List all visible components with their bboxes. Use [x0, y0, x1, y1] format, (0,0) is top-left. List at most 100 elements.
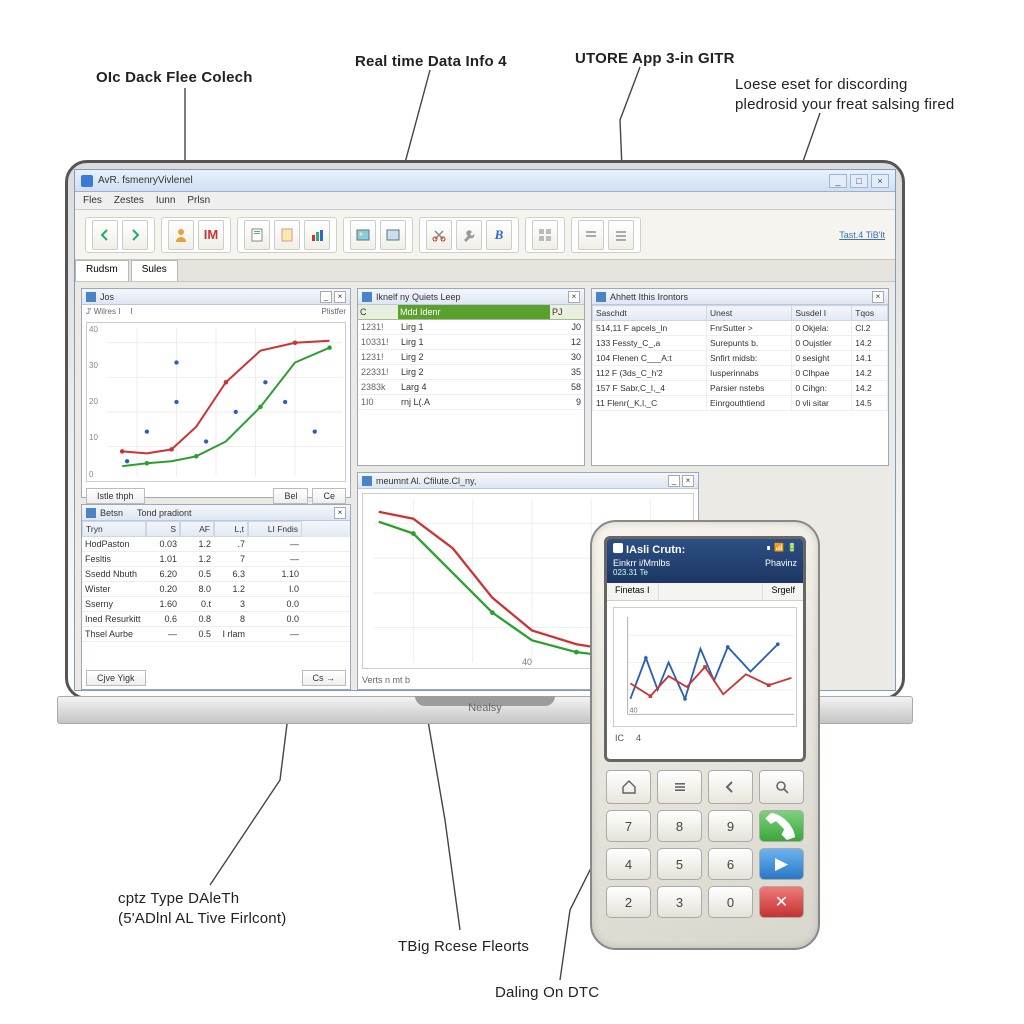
menu-item[interactable]: Iunn	[156, 195, 175, 206]
tb-fwd[interactable]	[122, 220, 148, 250]
cell: 0.0	[248, 597, 302, 611]
table-row[interactable]: 11 Flenr(_K,l,_CEinrgouthtiend0 vli sita…	[593, 396, 888, 411]
menu-item[interactable]: Zestes	[114, 195, 144, 206]
metrics-row[interactable]: Sserny1.600.t30.0	[82, 597, 350, 612]
cell: 14.2	[852, 366, 888, 381]
col-header[interactable]: Unest	[707, 306, 792, 321]
cell: 7	[214, 552, 248, 566]
list-row[interactable]: 1231!Lirg 230	[358, 350, 584, 365]
panel-close[interactable]: ×	[334, 507, 346, 519]
key-7[interactable]: 7	[606, 810, 651, 842]
tb-wrench[interactable]	[456, 220, 482, 250]
key-call[interactable]	[759, 810, 804, 842]
col-header[interactable]: Susdel I	[792, 306, 852, 321]
key-5[interactable]: 5	[657, 848, 702, 880]
tb-b[interactable]: B	[486, 220, 512, 250]
tb-back[interactable]	[92, 220, 118, 250]
panel-close[interactable]: ×	[872, 291, 884, 303]
menu-button[interactable]	[657, 770, 702, 804]
table-row[interactable]: 514,11 F apcels_lnFnrSutter >0 Okjela:Cl…	[593, 321, 888, 336]
panel-min[interactable]: _	[668, 475, 680, 487]
back-button[interactable]	[708, 770, 753, 804]
tb-list[interactable]	[578, 220, 604, 250]
list-row[interactable]: 2383kLarg 458	[358, 380, 584, 395]
key-3[interactable]: 0	[708, 886, 753, 918]
key-enter[interactable]: ▶	[759, 848, 804, 880]
table-row[interactable]: 112 F (3ds_C_h'2Iusperinnabs0 Clhpae14.2	[593, 366, 888, 381]
tb-doc2[interactable]	[274, 220, 300, 250]
list-row[interactable]: 1I0rnj L(.A9	[358, 395, 584, 410]
col-header[interactable]: Tryn	[82, 521, 146, 537]
col-header[interactable]: Saschdt	[593, 306, 707, 321]
panel-button[interactable]: Istle thph	[86, 488, 145, 504]
col-header[interactable]: PJ	[550, 305, 584, 319]
tb-im[interactable]: IM	[198, 220, 224, 250]
cell: HodPaston	[82, 537, 146, 551]
col-header[interactable]: LI Fndis	[248, 521, 302, 537]
list-row[interactable]: 1231!Lirg 1J0	[358, 320, 584, 335]
panel-button[interactable]: Ce	[312, 488, 346, 504]
device-tab[interactable]: Finetas I	[607, 583, 659, 600]
panel-list: Iknelf ny Quiets Leep× C Mdd Idenr PJ 12…	[357, 288, 585, 466]
key-9[interactable]: 9	[708, 810, 753, 842]
cell: Wister	[82, 582, 146, 596]
key-8[interactable]: 8	[657, 810, 702, 842]
panel-close[interactable]: ×	[568, 291, 580, 303]
menu-item[interactable]: Fles	[83, 195, 102, 206]
tb-person[interactable]	[168, 220, 194, 250]
tab[interactable]: Sules	[131, 260, 178, 281]
metrics-row[interactable]: Thsel Aurbe—0.5I rlam—	[82, 627, 350, 642]
panel-close[interactable]: ×	[334, 291, 346, 303]
col-header[interactable]: AF	[180, 521, 214, 537]
col-header[interactable]: Mdd Idenr	[398, 305, 550, 319]
menu-item[interactable]: Prlsn	[187, 195, 210, 206]
panel-icon	[596, 292, 606, 302]
list-row[interactable]: 22331!Lirg 235	[358, 365, 584, 380]
minimize-button[interactable]: _	[829, 174, 847, 188]
col-header[interactable]: C	[358, 305, 398, 319]
metrics-row[interactable]: Ssedd Nbuth6.200.56.31.10	[82, 567, 350, 582]
metrics-row[interactable]: HodPaston0.031.2.7—	[82, 537, 350, 552]
metrics-row[interactable]: Ined Resurkitt0.60.880.0	[82, 612, 350, 627]
tb-pic[interactable]	[350, 220, 376, 250]
cell: Lirg 1	[398, 335, 550, 349]
col-header[interactable]: Tqos	[852, 306, 888, 321]
metrics-row[interactable]: Fesltis1.011.27—	[82, 552, 350, 567]
toolbar-link[interactable]: Tast.4 TiB'lt	[839, 230, 885, 240]
key-end[interactable]: ✕	[759, 886, 804, 918]
key-2[interactable]: 3	[657, 886, 702, 918]
table-row[interactable]: 104 Flenen C___A:tSnfirt midsb:0 sesight…	[593, 351, 888, 366]
tab[interactable]: Rudsm	[75, 260, 129, 281]
maximize-button[interactable]: □	[850, 174, 868, 188]
home-button[interactable]	[606, 770, 651, 804]
device-plot: 40	[613, 607, 797, 727]
menubar[interactable]: Fles Zestes Iunn Prlsn	[75, 192, 895, 210]
tb-pic2[interactable]	[380, 220, 406, 250]
key-6[interactable]: 6	[708, 848, 753, 880]
close-button[interactable]: ×	[871, 174, 889, 188]
panel-min[interactable]: _	[320, 291, 332, 303]
key-1[interactable]: 2	[606, 886, 651, 918]
device-titlebar: ∎📶🔋 IAsli Crutn: Einkrr i/MmlbsPhavinz 0…	[607, 539, 803, 583]
tb-cut[interactable]	[426, 220, 452, 250]
metrics-row[interactable]: Wister0.208.01.2I.0	[82, 582, 350, 597]
table-row[interactable]: 157 F Sabr,C_I,_4Parsier nstebs0 Cihgn:1…	[593, 381, 888, 396]
device-tab[interactable]: Srgelf	[762, 583, 803, 600]
tb-list2[interactable]	[608, 220, 634, 250]
panel-button[interactable]: Bel	[273, 488, 308, 504]
panel-button[interactable]: Cs →	[302, 670, 347, 686]
col-header[interactable]: L,t	[214, 521, 248, 537]
panel-scatter: Jos_× J' Wilres I I Plistfer 40 30 20 10…	[81, 288, 351, 498]
search-button[interactable]	[759, 770, 804, 804]
cell: 1231!	[358, 320, 398, 334]
tb-doc1[interactable]	[244, 220, 270, 250]
col-header[interactable]: S	[146, 521, 180, 537]
tb-chart[interactable]	[304, 220, 330, 250]
tb-grid[interactable]	[532, 220, 558, 250]
panel-button[interactable]: Cjve Yigk	[86, 670, 146, 686]
table-row[interactable]: 133 Fessty_C_,aSurepunts b.0 Oujstler14.…	[593, 336, 888, 351]
cell: I rlam	[214, 627, 248, 641]
list-row[interactable]: 10331!Lirg 112	[358, 335, 584, 350]
panel-close[interactable]: ×	[682, 475, 694, 487]
key-4[interactable]: 4	[606, 848, 651, 880]
